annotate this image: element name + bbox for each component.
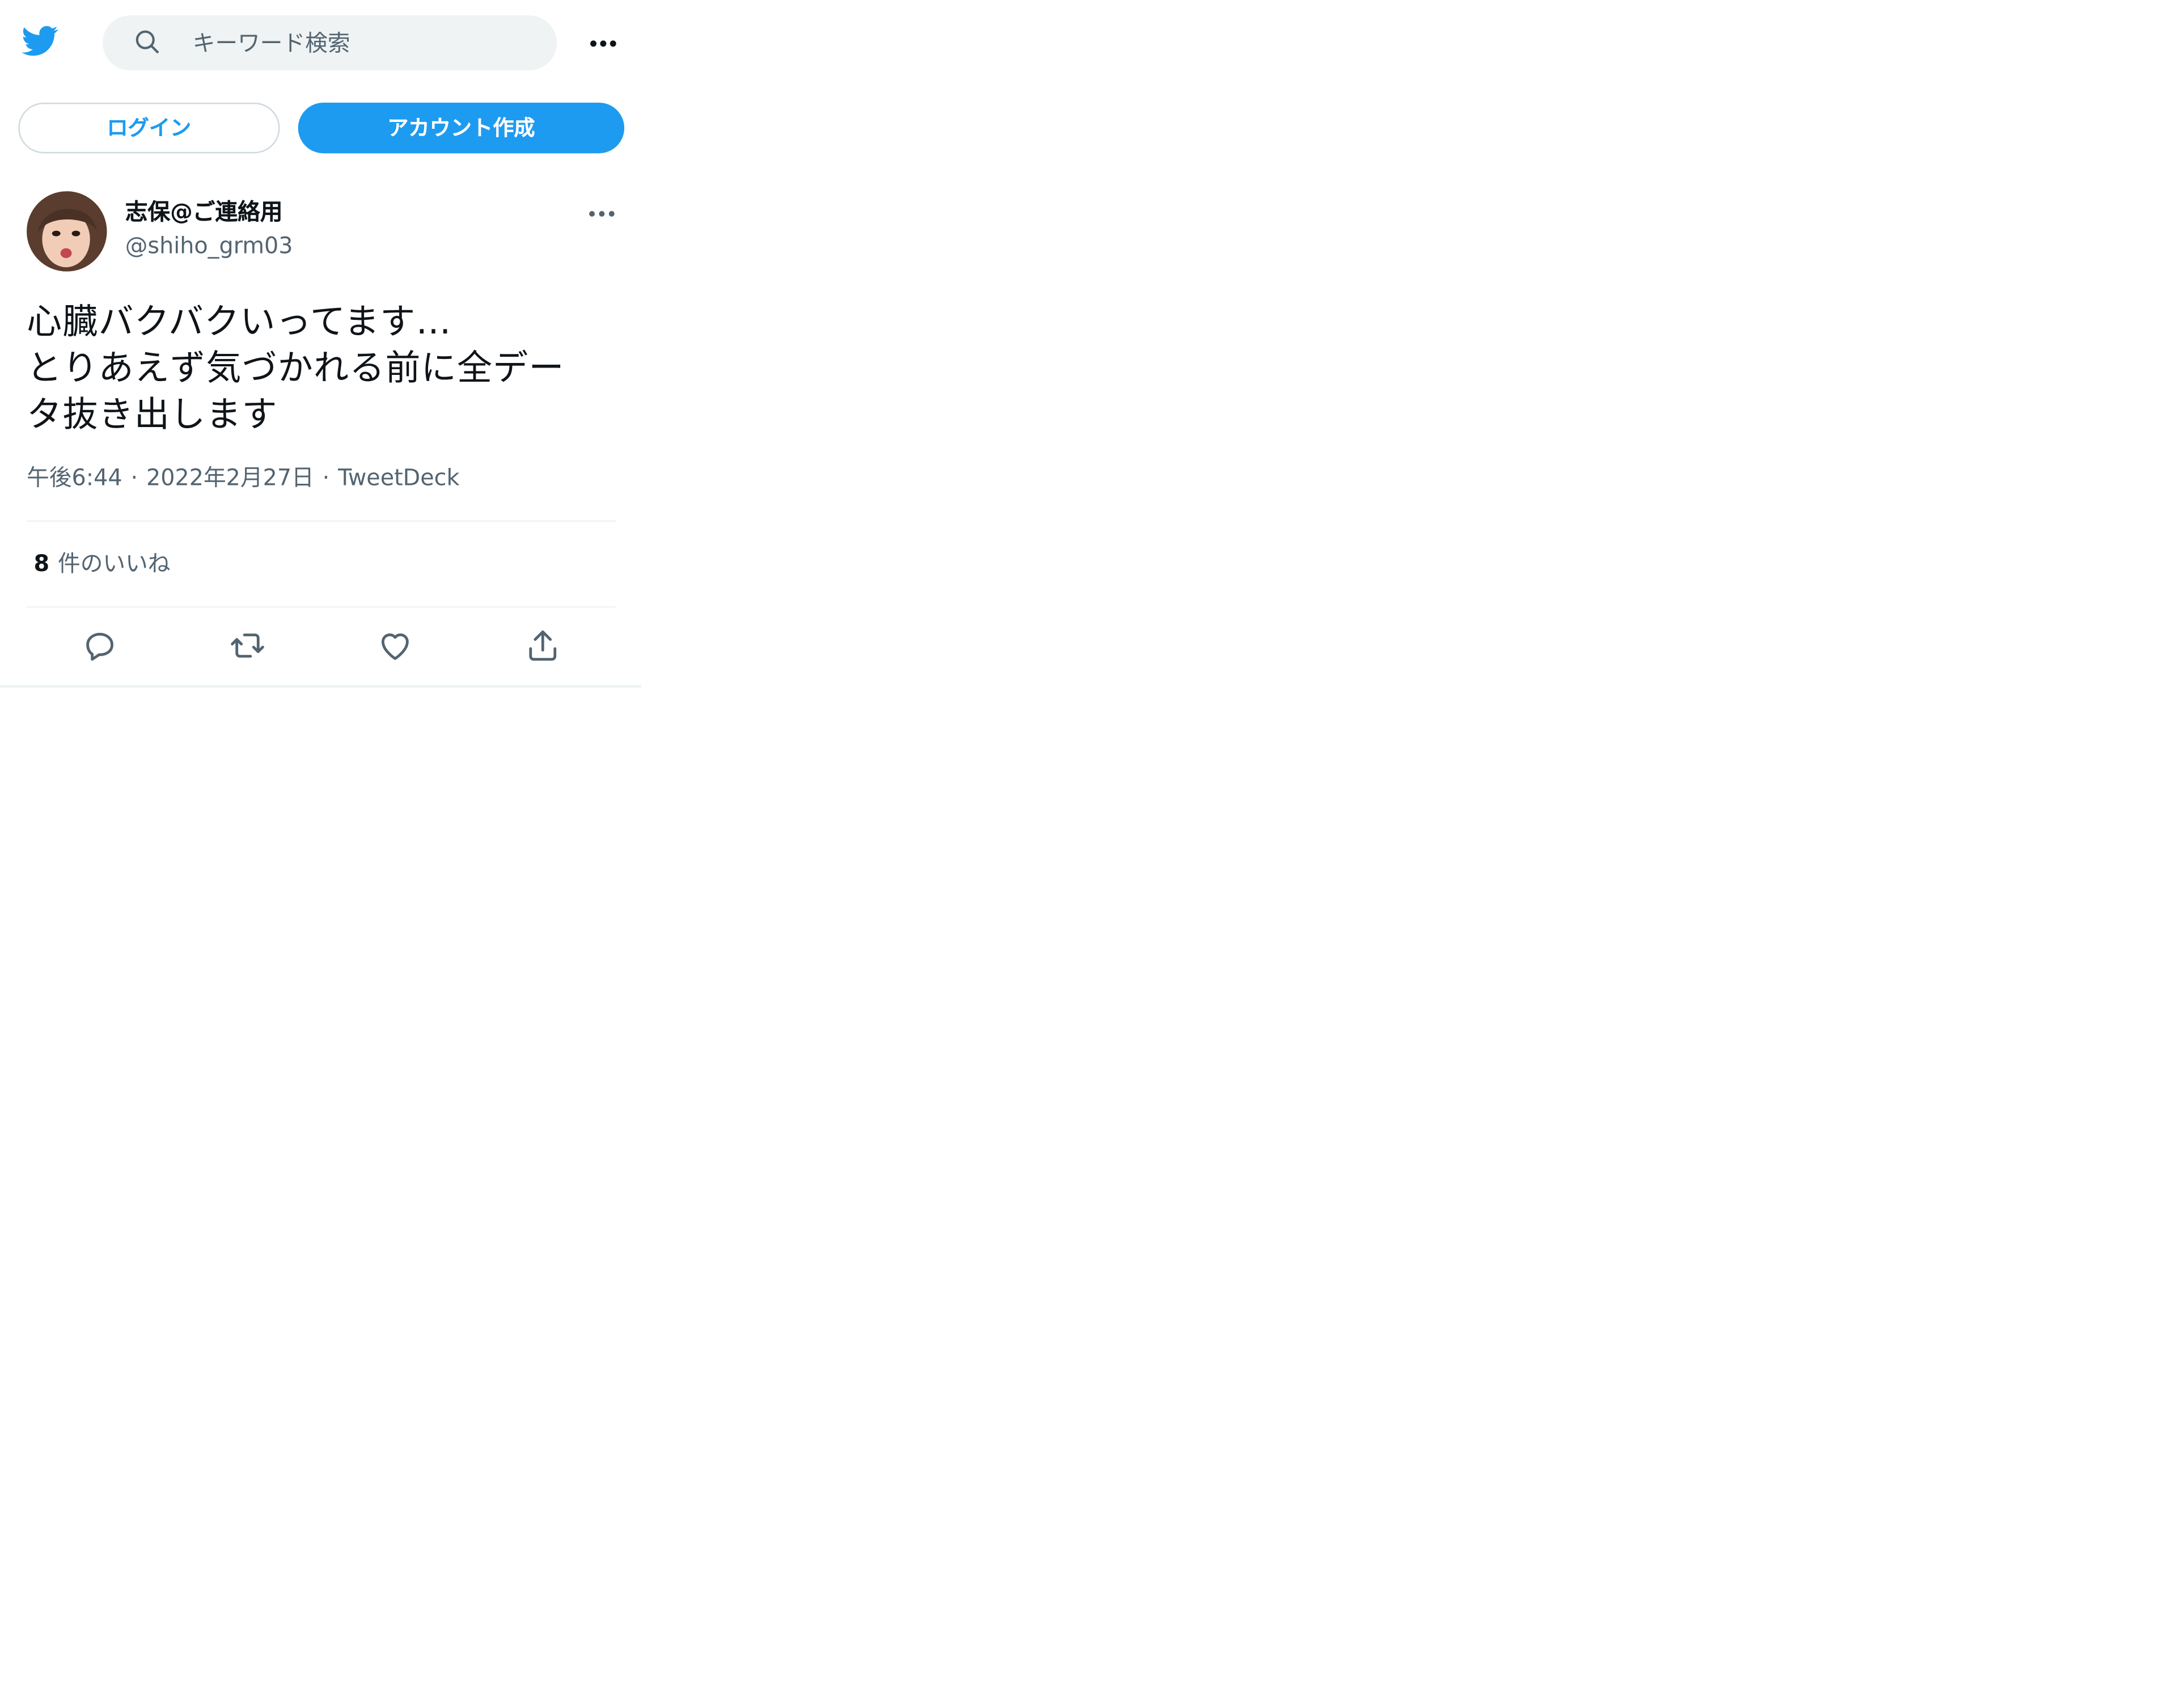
more-dots-icon[interactable]: [585, 197, 619, 231]
divider: [27, 520, 616, 522]
search-icon: [134, 28, 162, 57]
twitter-bird-icon[interactable]: [20, 23, 61, 59]
tweet-bottom-border: [0, 685, 641, 688]
tweet-date[interactable]: 2022年2月27日: [146, 464, 314, 491]
login-button[interactable]: ログイン: [18, 103, 280, 154]
tweet-meta: 午後6:44 · 2022年2月27日 · TweetDeck: [27, 463, 459, 494]
retweet-icon[interactable]: [229, 627, 265, 664]
meta-separator: ·: [130, 464, 138, 491]
avatar[interactable]: [27, 191, 107, 272]
search-input[interactable]: キーワード検索: [193, 29, 350, 58]
author-name[interactable]: 志保@ご連絡用: [125, 199, 283, 227]
like-icon[interactable]: [377, 627, 413, 664]
tweet-time[interactable]: 午後6:44: [27, 464, 122, 491]
likes-count-link[interactable]: 8 件のいいね: [34, 548, 171, 580]
top-bar: キーワード検索: [0, 0, 641, 87]
meta-separator: ·: [322, 464, 330, 491]
author-handle[interactable]: @shiho_grm03: [125, 232, 293, 260]
reply-icon[interactable]: [82, 627, 118, 664]
tweet-page: キーワード検索 ログイン アカウント作成 志保@ご連絡用 @shiho_grm0…: [0, 0, 1589, 1702]
search-box[interactable]: キーワード検索: [103, 15, 557, 71]
create-account-button[interactable]: アカウント作成: [298, 103, 625, 154]
tweet-source[interactable]: TweetDeck: [338, 464, 459, 491]
likes-count: 8: [33, 550, 50, 577]
share-icon[interactable]: [524, 627, 561, 664]
tweet-text: 心臓バクバクいってます… とりあえず気づかれる前に全デー タ抜き出します: [27, 301, 565, 435]
more-dots-icon[interactable]: [585, 26, 621, 62]
likes-label: 件のいいね: [58, 550, 171, 577]
divider: [27, 606, 616, 608]
